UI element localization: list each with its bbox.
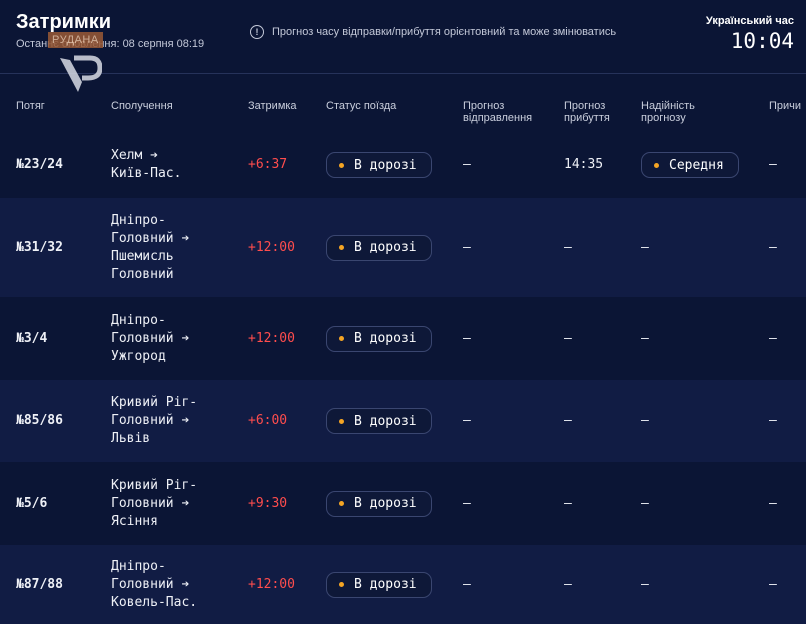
arrival-forecast: —	[564, 239, 572, 255]
column-header-departure-forecast: Прогноз відправлення	[463, 100, 533, 124]
watermark-emblem-icon	[60, 55, 102, 92]
route: Хелм ➔ Київ-Пас.	[111, 148, 182, 181]
status-label: В дорозі	[354, 496, 417, 511]
train-number: №3/4	[16, 330, 48, 346]
departure-forecast: —	[463, 576, 471, 592]
delay-reason: —	[769, 157, 777, 172]
column-header-forecast-reliability: Надійність прогнозу	[641, 100, 695, 124]
status-dot-icon	[339, 582, 344, 587]
page-title: Затримки	[16, 11, 112, 33]
delay-reason: —	[769, 330, 777, 346]
route: Дніпро- Головний ➔ Ковель-Пас.	[111, 558, 198, 610]
forecast-reliability: —	[641, 413, 649, 428]
forecast-reliability: —	[641, 239, 649, 255]
column-header-arrival-forecast: Прогноз прибуття	[564, 100, 610, 124]
table-row[interactable]: №3/4 Дніпро- Головний ➔ Ужгород +12:00 В…	[0, 297, 806, 380]
status-badge: В дорозі	[326, 408, 432, 434]
watermark-logo: РУДАНА	[46, 32, 116, 96]
route: Кривий Ріг- Головний ➔ Львів	[111, 395, 198, 446]
forecast-reliability: —	[641, 495, 649, 511]
status-label: В дорозі	[354, 240, 417, 255]
column-header-delay: Затримка	[248, 100, 297, 112]
delay: +6:00	[248, 413, 288, 428]
status-badge: В дорозі	[326, 325, 432, 352]
route: Дніпро- Головний ➔ Пшемисль Головний	[111, 212, 190, 282]
delay-reason: —	[769, 239, 777, 255]
status-label: В дорозі	[354, 413, 417, 429]
status-badge: В дорозі	[326, 234, 432, 261]
arrival-forecast: —	[564, 413, 572, 428]
route: Дніпро- Головний ➔ Ужгород	[111, 312, 190, 364]
status-label: В дорозі	[354, 577, 417, 592]
arrival-forecast: —	[564, 576, 572, 592]
clock-time: 10:04	[730, 29, 794, 53]
status-dot-icon	[339, 418, 344, 424]
departure-forecast: —	[463, 239, 471, 255]
train-number: №5/6	[16, 495, 48, 511]
status-badge: В дорозі	[326, 490, 432, 517]
arrival-forecast: —	[564, 495, 572, 511]
delay: +12:00	[248, 330, 295, 346]
watermark-label: РУДАНА	[48, 32, 103, 48]
table-row[interactable]: №85/86 Кривий Ріг- Головний ➔ Львів +6:0…	[0, 380, 806, 462]
forecast-reliability: —	[641, 576, 649, 592]
column-header-reason: Причи	[769, 100, 802, 112]
arrival-forecast: 14:35	[564, 157, 604, 172]
departure-forecast: —	[463, 330, 471, 346]
departure-forecast: —	[463, 413, 471, 428]
column-header-train: Потяг	[16, 100, 45, 112]
table-row[interactable]: №5/6 Кривий Ріг- Головний ➔ Ясіння +9:30…	[0, 462, 806, 545]
train-number: №31/32	[16, 239, 63, 255]
delay: +12:00	[248, 239, 295, 255]
status-dot-icon	[339, 245, 344, 250]
status-label: В дорозі	[354, 157, 417, 173]
column-header-status: Статус поїзда	[326, 100, 397, 112]
delay: +9:30	[248, 495, 288, 511]
table-row[interactable]: №87/88 Дніпро- Головний ➔ Ковель-Пас. +1…	[0, 545, 806, 624]
delay-reason: —	[769, 495, 777, 511]
status-dot-icon	[339, 336, 344, 341]
clock-label: Український час	[705, 15, 794, 27]
reliability-badge: Середня	[641, 152, 739, 178]
reliability-label: Середня	[669, 157, 724, 173]
status-badge: В дорозі	[326, 152, 432, 178]
page-header: Затримки Останнє оновлення: 08 серпня 08…	[0, 0, 806, 74]
table-row[interactable]: №23/24 Хелм ➔ Київ-Пас. +6:37 В дорозі —…	[0, 132, 806, 198]
delay-reason: —	[769, 413, 777, 428]
column-header-route: Сполучення	[111, 100, 173, 112]
delay-reason: —	[769, 576, 777, 592]
forecast-notice-text: Прогноз часу відправки/прибуття орієнтов…	[272, 26, 617, 38]
status-dot-icon	[339, 501, 344, 506]
reliability-dot-icon	[654, 162, 659, 168]
forecast-notice: ! Прогноз часу відправки/прибуття орієнт…	[250, 25, 616, 39]
arrival-forecast: —	[564, 330, 572, 346]
status-label: В дорозі	[354, 331, 417, 346]
departure-forecast: —	[463, 157, 471, 172]
departure-forecast: —	[463, 495, 471, 511]
delay: +12:00	[248, 576, 295, 592]
train-number: №87/88	[16, 576, 63, 592]
train-number: №23/24	[16, 157, 63, 172]
info-icon: !	[250, 25, 264, 39]
route: Кривий Ріг- Головний ➔ Ясіння	[111, 477, 198, 529]
status-badge: В дорозі	[326, 571, 432, 598]
status-dot-icon	[339, 162, 344, 168]
train-number: №85/86	[16, 413, 63, 428]
table-row[interactable]: №31/32 Дніпро- Головний ➔ Пшемисль Голов…	[0, 198, 806, 297]
forecast-reliability: —	[641, 330, 649, 346]
delay: +6:37	[248, 157, 288, 172]
